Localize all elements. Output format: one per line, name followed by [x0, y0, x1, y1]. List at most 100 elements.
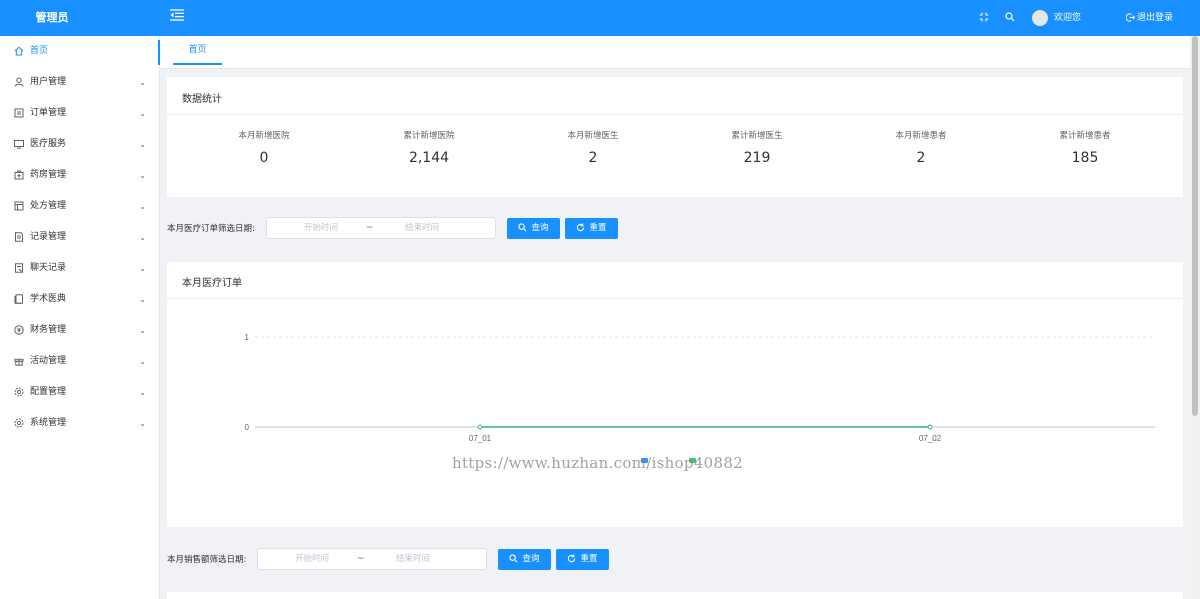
- sidebar-item-label: 系统管理: [30, 418, 67, 428]
- filter-label: 本月销售额筛选日期:: [167, 555, 247, 565]
- sidebar-item-label: 药房管理: [30, 170, 67, 180]
- date-range-picker[interactable]: 开始时间 ~ 结束时间: [266, 217, 496, 239]
- sidebar-item-home[interactable]: 首页: [0, 36, 160, 67]
- range-separator: ~: [357, 554, 365, 564]
- search-button-label: 查询: [531, 223, 549, 233]
- search-button[interactable]: 查询: [498, 549, 551, 570]
- menu-fold-icon[interactable]: [170, 9, 186, 23]
- refresh-icon: [568, 554, 576, 563]
- chevron-down-icon: ⌄: [139, 109, 146, 118]
- scrollbar-thumb[interactable]: [1192, 36, 1198, 416]
- sidebar-item-academic[interactable]: 学术医典 ⌄: [0, 284, 159, 315]
- search-button[interactable]: 查询: [507, 218, 560, 239]
- gift-icon: [14, 358, 24, 366]
- sidebar-item-medical-service[interactable]: 医疗服务 ⌄: [0, 129, 159, 160]
- chevron-down-icon: ⌄: [139, 140, 146, 149]
- stats-card: 数据统计 本月新增医院 0 累计新增医院 2,144 本月新增医生 2 累计新增…: [167, 77, 1183, 197]
- app-logo: 管理员: [35, 11, 69, 24]
- stat-label: 累计新增医生: [731, 131, 783, 141]
- logout-icon: [1125, 13, 1136, 22]
- chart-card: 本月医疗订单 0 1 07_01 07_02: [167, 262, 1183, 527]
- home-icon: [14, 46, 24, 56]
- user-icon: [14, 77, 24, 87]
- stat-label: 累计新增患者: [1059, 131, 1111, 141]
- stat-label: 累计新增医院: [403, 131, 455, 141]
- book-icon: [14, 294, 23, 304]
- start-date-input[interactable]: 开始时间: [272, 549, 352, 569]
- search-icon[interactable]: [1005, 12, 1017, 24]
- chevron-down-icon: ⌄: [139, 357, 146, 366]
- sidebar-item-chat-records[interactable]: 聊天记录 ⌄: [0, 253, 159, 284]
- divider: [167, 114, 1183, 115]
- sidebar-item-activities[interactable]: 活动管理 ⌄: [0, 346, 159, 377]
- top-header: 管理员 欢迎您 退出登录: [0, 0, 1200, 36]
- sidebar-item-config[interactable]: 配置管理 ⌄: [0, 377, 159, 408]
- money-icon: [14, 325, 24, 335]
- sidebar-item-label: 配置管理: [30, 387, 67, 397]
- sidebar-item-label: 学术医典: [30, 294, 67, 304]
- end-date-input[interactable]: 结束时间: [382, 218, 462, 238]
- sidebar-item-system[interactable]: 系统管理 ⌄: [0, 408, 159, 439]
- chevron-down-icon: ⌄: [139, 295, 146, 304]
- stat-item: 本月新增医生 2: [511, 129, 675, 166]
- chevron-down-icon: ⌄: [139, 78, 146, 87]
- search-button-label: 查询: [522, 554, 540, 564]
- sidebar-item-users[interactable]: 用户管理 ⌄: [0, 67, 159, 98]
- start-date-input[interactable]: 开始时间: [281, 218, 361, 238]
- chevron-down-icon: ⌄: [139, 326, 146, 335]
- end-date-input[interactable]: 结束时间: [373, 549, 453, 569]
- chevron-down-icon: ⌄: [139, 388, 146, 397]
- search-icon: [518, 223, 527, 232]
- welcome-text: 欢迎您: [1054, 13, 1082, 23]
- date-range-picker[interactable]: 开始时间 ~ 结束时间: [257, 548, 487, 570]
- sidebar-item-label: 首页: [30, 46, 49, 56]
- stat-item: 本月新增患者 2: [839, 129, 1003, 166]
- sidebar-item-label: 活动管理: [30, 356, 67, 366]
- sidebar-item-orders[interactable]: 订单管理 ⌄: [0, 98, 159, 129]
- chevron-down-icon: ⌄: [139, 171, 146, 180]
- sales-date-filter: 本月销售额筛选日期: 开始时间 ~ 结束时间 查询 重置: [167, 548, 617, 570]
- reset-button[interactable]: 重置: [565, 218, 618, 239]
- chevron-down-icon: ⌄: [139, 419, 146, 428]
- series-point: [477, 424, 483, 430]
- sidebar-item-label: 财务管理: [30, 325, 67, 335]
- stats-title: 数据统计: [182, 94, 222, 105]
- stat-item: 累计新增医院 2,144: [347, 129, 511, 166]
- avatar[interactable]: [1032, 10, 1048, 26]
- sidebar-item-label: 处方管理: [30, 201, 67, 211]
- chevron-down-icon: ⌄: [139, 202, 146, 211]
- scrollbar[interactable]: [1190, 36, 1200, 599]
- sidebar-item-prescription[interactable]: 处方管理 ⌄: [0, 191, 159, 222]
- y-tick-label: 1: [245, 333, 250, 342]
- series-point: [927, 424, 933, 430]
- stat-value: 2: [588, 150, 598, 166]
- y-tick-label: 0: [245, 423, 250, 432]
- filter-label: 本月医疗订单筛选日期:: [167, 224, 255, 234]
- sidebar-item-label: 订单管理: [30, 108, 67, 118]
- stat-item: 累计新增患者 185: [1003, 129, 1167, 166]
- pharmacy-icon: [14, 170, 24, 180]
- search-icon: [509, 554, 518, 563]
- x-tick-label: 07_01: [469, 434, 492, 443]
- monitor-icon: [14, 140, 24, 149]
- stat-value: 2: [916, 150, 926, 166]
- fullscreen-icon[interactable]: [979, 12, 991, 24]
- tab-home[interactable]: 首页: [173, 36, 222, 65]
- reset-button-label: 重置: [580, 554, 598, 564]
- stat-label: 本月新增医院: [238, 131, 290, 141]
- reset-button-label: 重置: [589, 223, 607, 233]
- reset-button[interactable]: 重置: [556, 549, 609, 570]
- sidebar-item-records[interactable]: 记录管理 ⌄: [0, 222, 159, 253]
- stat-value: 0: [259, 150, 269, 166]
- order-date-filter: 本月医疗订单筛选日期: 开始时间 ~ 结束时间 查询 重置: [167, 217, 627, 239]
- settings-icon: [14, 387, 24, 397]
- sidebar-item-label: 医疗服务: [30, 139, 67, 149]
- sidebar-item-pharmacy[interactable]: 药房管理 ⌄: [0, 160, 159, 191]
- sidebar-item-finance[interactable]: 财务管理 ⌄: [0, 315, 159, 346]
- order-icon: [14, 108, 24, 118]
- stat-value: 219: [743, 150, 771, 166]
- gear-icon: [14, 418, 24, 428]
- chat-record-icon: [15, 263, 23, 273]
- logout-button[interactable]: 退出登录: [1125, 0, 1173, 36]
- range-separator: ~: [366, 223, 374, 233]
